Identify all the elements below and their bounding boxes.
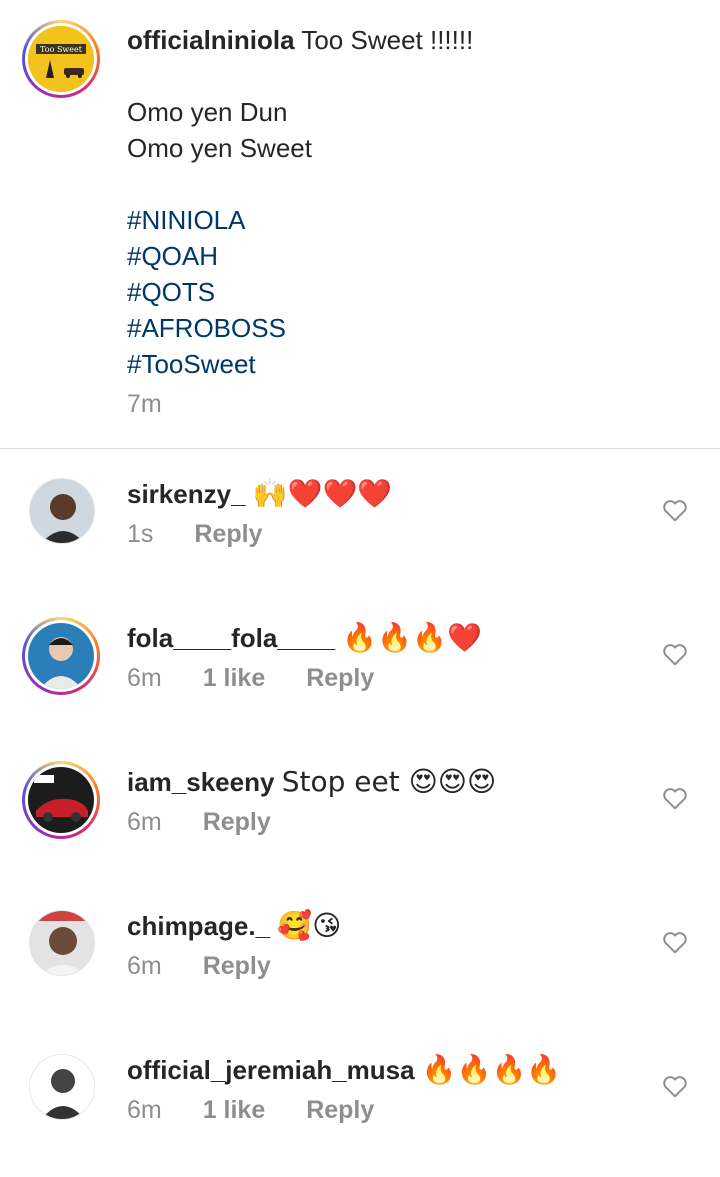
post-author-avatar[interactable]: Too Sweet	[22, 20, 100, 98]
comment-text: sirkenzy_ 🙌❤️❤️❤️	[127, 476, 392, 512]
hashtag-link[interactable]: #QOTS	[127, 274, 687, 310]
commenter-username[interactable]: official_jeremiah_musa	[127, 1055, 415, 1085]
hashtag-link[interactable]: #NINIOLA	[127, 202, 687, 238]
avatar-logo-text: Too Sweet	[40, 45, 83, 54]
comment-text: chimpage._ 🥰😘	[127, 908, 341, 944]
comment-body: Stop eet 😍😍😍	[281, 765, 497, 798]
hashtag-link[interactable]: #TooSweet	[127, 346, 687, 382]
comment-timestamp: 6m	[127, 1096, 162, 1124]
avatar-image: Too Sweet	[28, 26, 94, 92]
commenter-avatar[interactable]	[29, 910, 95, 976]
avatar-image	[28, 767, 94, 833]
caption-line: Omo yen Sweet	[127, 133, 312, 163]
commenter-avatar[interactable]	[29, 1054, 95, 1120]
commenter-avatar[interactable]	[22, 761, 100, 839]
reply-button[interactable]: Reply	[194, 520, 262, 548]
comment-meta: 6m Reply	[127, 952, 305, 981]
avatar-image	[30, 911, 94, 975]
post-body: officialniniola Too Sweet !!!!!! Omo yen…	[127, 22, 687, 382]
comment-like-count[interactable]: 1 like	[203, 1096, 266, 1124]
comment-text: iam_skeeny Stop eet 😍😍😍	[127, 764, 496, 800]
commenter-username[interactable]: chimpage._	[127, 911, 270, 941]
reply-button[interactable]: Reply	[306, 664, 374, 692]
comment-timestamp: 1s	[127, 520, 154, 548]
hashtag-link[interactable]: #AFROBOSS	[127, 310, 687, 346]
comment-meta: 6m 1 like Reply	[127, 664, 408, 693]
comment-meta: 1s Reply	[127, 520, 296, 549]
comment-body: 🔥🔥🔥🔥	[421, 1053, 562, 1086]
like-heart-icon[interactable]	[662, 930, 688, 954]
caption-gap	[127, 166, 687, 202]
reply-button[interactable]: Reply	[203, 952, 271, 980]
avatar-image	[30, 479, 94, 543]
comment-like-count[interactable]: 1 like	[203, 664, 266, 692]
avatar-image	[30, 1055, 94, 1119]
commenter-username[interactable]: sirkenzy_	[127, 479, 246, 509]
comment-meta: 6m Reply	[127, 808, 305, 837]
comment-item: chimpage._ 🥰😘 6m Reply	[0, 908, 720, 1052]
caption-divider	[0, 448, 720, 449]
commenter-username[interactable]: iam_skeeny	[127, 767, 274, 797]
caption-line: Too Sweet !!!!!!	[301, 25, 474, 55]
comment-body: 🙌❤️❤️❤️	[252, 477, 393, 510]
caption-line: Omo yen Dun	[127, 97, 288, 127]
post-caption: Too Sweet officialniniola Too Sweet !!!!…	[0, 0, 720, 448]
comment-timestamp: 6m	[127, 808, 162, 836]
like-heart-icon[interactable]	[662, 1074, 688, 1098]
comment-item: sirkenzy_ 🙌❤️❤️❤️ 1s Reply	[0, 476, 720, 620]
reply-button[interactable]: Reply	[203, 808, 271, 836]
like-heart-icon[interactable]	[662, 498, 688, 522]
like-heart-icon[interactable]	[662, 642, 688, 666]
post-username[interactable]: officialniniola	[127, 25, 295, 55]
comment-item: fola____fola____ 🔥🔥🔥❤️ 6m 1 like Reply	[0, 617, 720, 764]
commenter-avatar[interactable]	[22, 617, 100, 695]
hashtag-link[interactable]: #QOAH	[127, 238, 687, 274]
comment-text: official_jeremiah_musa 🔥🔥🔥🔥	[127, 1052, 561, 1088]
comment-timestamp: 6m	[127, 952, 162, 980]
comment-body: 🔥🔥🔥❤️	[342, 621, 482, 654]
reply-button[interactable]: Reply	[306, 1096, 374, 1124]
comment-meta: 6m 1 like Reply	[127, 1096, 408, 1125]
comment-item: official_jeremiah_musa 🔥🔥🔥🔥 6m 1 like Re…	[0, 1052, 720, 1177]
post-timestamp: 7m	[127, 390, 162, 418]
caption-gap	[127, 58, 687, 94]
commenter-username[interactable]: fola____fola____	[127, 623, 335, 653]
like-heart-icon[interactable]	[662, 786, 688, 810]
comment-item: iam_skeeny Stop eet 😍😍😍 6m Reply	[0, 761, 720, 908]
comment-timestamp: 6m	[127, 664, 162, 692]
commenter-avatar[interactable]	[29, 478, 95, 544]
comment-body: 🥰😘	[277, 909, 342, 942]
avatar-image	[28, 623, 94, 689]
comment-text: fola____fola____ 🔥🔥🔥❤️	[127, 620, 482, 656]
